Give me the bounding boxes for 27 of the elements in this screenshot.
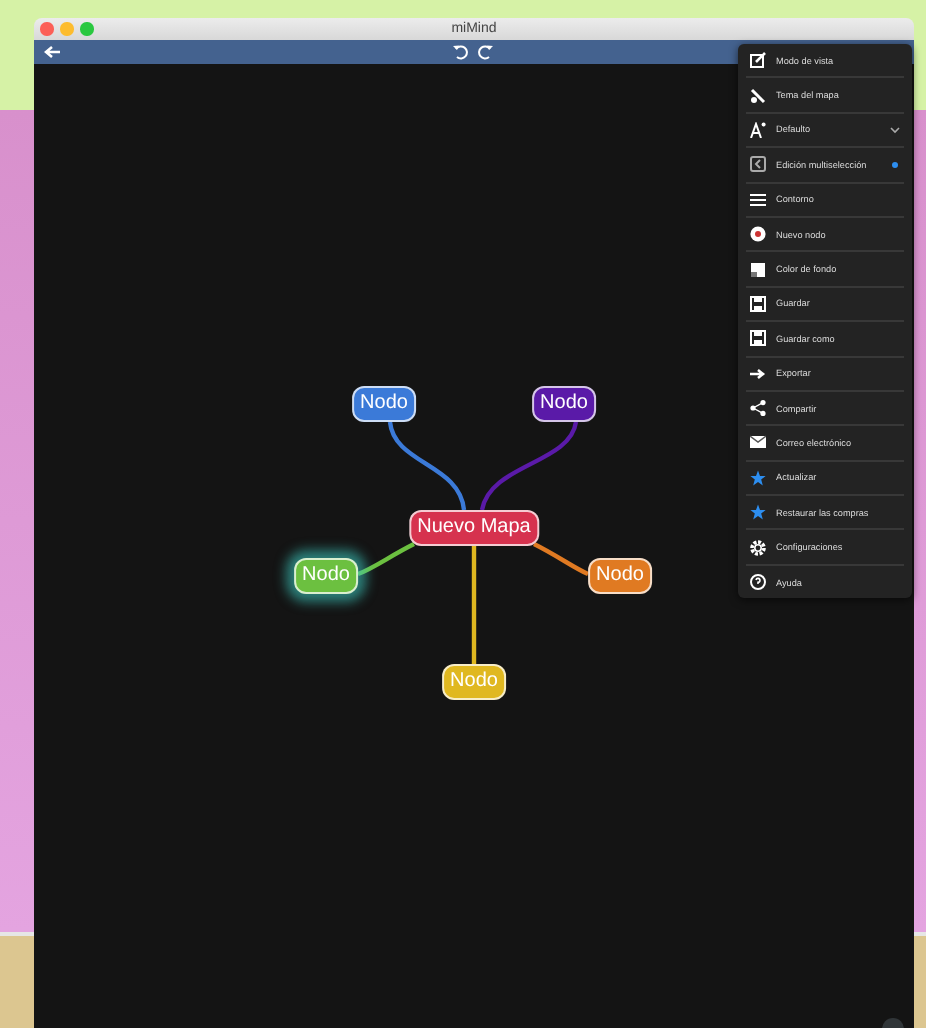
edit-icon <box>750 52 766 69</box>
gear-icon <box>750 539 766 556</box>
save-icon <box>750 330 766 347</box>
toggle-indicator[interactable] <box>892 161 898 168</box>
root-node[interactable]: Nuevo Mapa <box>409 510 539 546</box>
map-node[interactable]: Nodo <box>532 386 596 422</box>
back-icon[interactable] <box>44 46 60 58</box>
star-icon <box>750 504 766 521</box>
star-icon <box>750 469 766 486</box>
redo-icon[interactable] <box>478 44 494 60</box>
chevron-icon <box>890 125 900 134</box>
help-icon <box>750 574 766 591</box>
connector-line <box>357 542 415 577</box>
square-icon <box>750 261 766 278</box>
list-icon <box>750 191 766 208</box>
font-icon <box>750 121 766 138</box>
save-icon <box>750 295 766 312</box>
brush-icon <box>750 87 766 104</box>
map-node[interactable]: Nodo <box>352 386 416 422</box>
connector-line <box>471 546 477 664</box>
mail-icon <box>750 434 766 451</box>
connector-line <box>479 421 579 511</box>
connector-line <box>387 421 467 511</box>
share-icon <box>750 400 766 417</box>
undo-icon[interactable] <box>452 44 468 60</box>
connector-line <box>533 542 589 576</box>
arrow-icon <box>750 365 766 382</box>
